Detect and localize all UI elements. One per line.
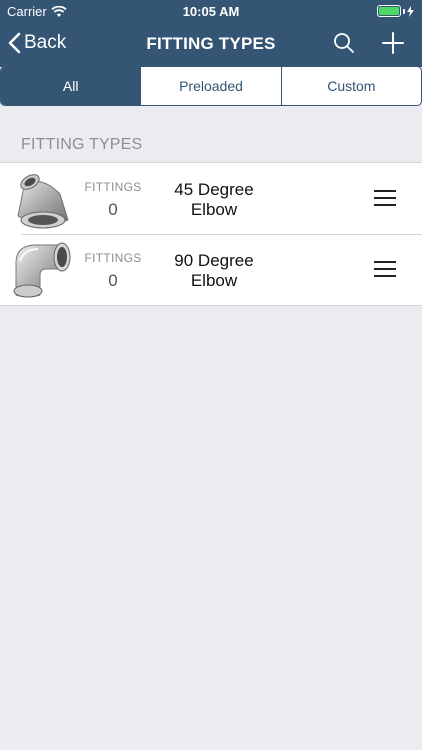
segment-custom[interactable]: Custom: [280, 67, 421, 105]
list-item[interactable]: FITTINGS 0 90 Degree Elbow: [0, 234, 422, 305]
section-header: FITTING TYPES: [21, 136, 143, 153]
navigation-bar: Back FITTING TYPES: [0, 22, 422, 66]
list-item[interactable]: FITTINGS 0 45 Degree Elbow: [0, 163, 422, 234]
add-button[interactable]: [380, 30, 406, 56]
page-title: FITTING TYPES: [146, 34, 276, 53]
fitting-type-name: 45 Degree Elbow: [158, 180, 270, 220]
fitting-type-name: 90 Degree Elbow: [158, 251, 270, 291]
search-button[interactable]: [332, 31, 356, 55]
elbow-90-icon: [13, 242, 71, 298]
clock: 10:05 AM: [182, 4, 240, 19]
battery-icon: [377, 5, 401, 17]
app-header: Carrier 10:05 AM Back FITTING TYPES: [0, 0, 422, 67]
segment-all[interactable]: All: [1, 67, 141, 105]
search-icon: [334, 33, 354, 53]
fitting-type-name-line2: Elbow: [190, 271, 238, 290]
battery-indicator: [377, 5, 414, 17]
elbow-45-icon: [17, 174, 69, 229]
reorder-handle-icon[interactable]: [374, 261, 396, 277]
fittings-count-label: FITTINGS: [84, 251, 142, 265]
fittings-count-label: FITTINGS: [84, 180, 142, 194]
reorder-handle-icon[interactable]: [374, 190, 396, 206]
segment-preloaded[interactable]: Preloaded: [140, 67, 280, 105]
fittings-count: FITTINGS 0: [78, 251, 148, 291]
plus-icon: [382, 32, 404, 54]
fitting-type-name-line1: 90 Degree: [174, 251, 254, 270]
fittings-count-value: 0: [108, 200, 118, 219]
charging-bolt-icon: [407, 5, 414, 17]
fittings-count-value: 0: [108, 271, 118, 290]
fitting-type-name-line1: 45 Degree: [174, 180, 254, 199]
fitting-type-name-line2: Elbow: [190, 200, 238, 219]
fittings-count: FITTINGS 0: [78, 180, 148, 220]
filter-segmented-control: All Preloaded Custom: [0, 66, 422, 106]
fitting-types-list: FITTINGS 0 45 Degree Elbow FITTINGS 0 90…: [0, 162, 422, 306]
status-bar: Carrier 10:05 AM: [0, 0, 422, 22]
